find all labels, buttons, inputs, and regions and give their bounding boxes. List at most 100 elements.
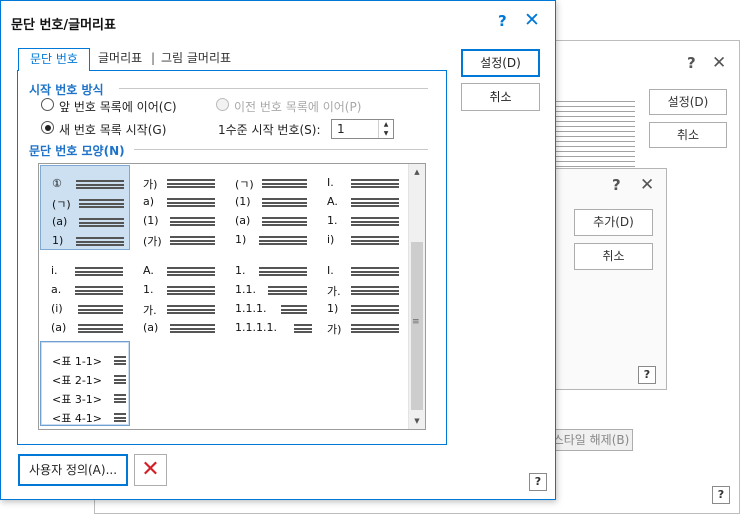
text-lines-icon [351,236,399,245]
level-marker: (ㄱ) [235,178,254,191]
level-marker: i. [51,264,58,277]
text-lines-icon [261,198,307,207]
number-style-option[interactable]: I. A. 1. i) [316,165,406,250]
level-marker: 가. [327,285,341,298]
text-lines-icon [76,237,124,246]
background-dialog-2: ? ✕ 추가(D) 취소 ? [549,168,667,390]
text-lines-icon [167,267,215,276]
numbering-dialog: 문단 번호/글머리표 ? ✕ 문단 번호 글머리표 | 그림 글머리표 시작 번… [0,0,556,500]
text-lines-icon [167,179,215,188]
text-lines-icon [78,199,124,208]
number-style-option[interactable]: 1. 1.1. 1.1.1. 1.1.1.1. [224,253,314,338]
cancel-button[interactable]: 취소 [461,83,540,111]
radio-continue-previous[interactable] [41,98,54,111]
text-lines-icon [259,267,307,276]
bg-help-button[interactable]: ? [712,486,730,504]
text-lines-icon [167,286,215,295]
help-button[interactable]: ? [529,473,547,491]
bg2-add-button[interactable]: 추가(D) [574,209,653,236]
text-lines-icon [167,198,215,207]
tab-picture-bullet[interactable]: 그림 글머리표 [161,48,231,71]
text-lines-icon [78,218,124,227]
bg-set-button[interactable]: 설정(D) [649,89,727,115]
text-lines-icon [351,324,399,333]
level-marker: 1) [52,234,64,247]
level-marker: <표 4-1> [52,412,103,425]
tab-separator: | [151,51,156,65]
number-style-option[interactable]: A. 1. 가. (a) [132,253,222,338]
title-bar: 문단 번호/글머리표 ? ✕ [1,1,555,44]
level-marker: (a) [51,321,67,334]
bg2-help-icon[interactable]: ? [612,176,621,194]
bg2-help-button[interactable]: ? [638,366,656,384]
scroll-up-icon[interactable]: ▲ [409,164,425,180]
level-start-label: 1수준 시작 번호(S): [218,123,321,137]
custom-define-button[interactable]: 사용자 정의(A)... [18,454,128,486]
scroll-thumb[interactable]: ≡ [411,242,423,410]
number-style-option[interactable]: <표 1-1> <표 2-1> <표 3-1> <표 4-1> [40,341,130,426]
level-marker: 가) [327,323,342,336]
level-marker: (1) [235,195,251,208]
level-marker: <표 2-1> [52,374,103,387]
bg2-close-icon[interactable]: ✕ [640,175,654,195]
bg-close-icon[interactable]: ✕ [712,53,726,73]
level-marker: 1) [327,302,339,315]
scroll-down-icon[interactable]: ▼ [409,413,425,429]
level-marker: (i) [51,302,63,315]
radio-continue-before-label: 이전 번호 목록에 이어(P) [234,100,362,114]
help-icon[interactable]: ? [498,12,507,30]
section-start-method: 시작 번호 방식 [29,83,104,97]
radio-new-list[interactable] [41,121,54,134]
level-marker: <표 1-1> [52,355,103,368]
text-lines-icon [351,198,399,207]
level-marker: ① [52,177,62,190]
delete-icon[interactable]: ✕ [134,454,167,486]
number-style-option[interactable]: i. a. (i) (a) [40,253,130,338]
level-start-stepper[interactable]: 1 ▲ ▼ [331,119,394,139]
number-style-option[interactable]: I. 가. 1) 가) [316,253,406,338]
text-lines-icon [76,180,124,189]
text-lines-icon [351,179,399,188]
number-style-list[interactable]: ▲ ≡ ▼ ① (ㄱ) (a) 1) 가) a) (1) (가) (ㄱ) (1) (a) 1) I. A.… [38,163,426,430]
dialog-title: 문단 번호/글머리표 [11,18,116,33]
text-lines-icon [294,324,312,333]
text-lines-icon [261,217,307,226]
text-lines-icon [169,324,215,333]
section-divider [119,88,428,89]
number-style-option[interactable]: (ㄱ) (1) (a) 1) [224,165,314,250]
list-scrollbar[interactable]: ▲ ≡ ▼ [408,164,425,429]
number-style-option[interactable]: 가) a) (1) (가) [132,165,222,250]
radio-continue-previous-label[interactable]: 앞 번호 목록에 이어(C) [59,98,177,115]
text-lines-icon [281,305,307,314]
text-lines-icon [77,305,123,314]
level-start-value[interactable]: 1 [337,122,345,136]
text-lines-icon [268,286,307,295]
text-lines-icon [77,324,123,333]
tab-paragraph-number[interactable]: 문단 번호 [18,48,90,71]
level-marker: 1.1. [235,283,256,296]
radio-new-list-label[interactable]: 새 번호 목록 시작(G) [59,121,166,138]
level-marker: (a) [52,215,68,228]
stepper-arrows-icon[interactable]: ▲ ▼ [378,120,393,138]
section-number-shape: 문단 번호 모양(N) [29,144,125,158]
number-style-option[interactable]: ① (ㄱ) (a) 1) [40,165,130,250]
bg-style-reset-button[interactable]: 스타일 해제(B) [549,429,633,451]
text-lines-icon [75,267,123,276]
text-lines-icon [75,286,123,295]
text-lines-icon [259,236,307,245]
bg-cancel-button[interactable]: 취소 [649,122,727,148]
close-icon[interactable]: ✕ [524,9,540,31]
level-marker: (a) [235,214,251,227]
bg-preview [545,97,635,167]
bg-help-icon[interactable]: ? [687,54,696,72]
bg2-cancel-button[interactable]: 취소 [574,243,653,270]
level-marker: I. [327,264,334,277]
text-lines-icon [114,356,126,365]
tab-bullet[interactable]: 글머리표 [98,48,142,71]
level-marker: 1.1.1. [235,302,267,315]
level-marker: 1. [143,283,154,296]
level-marker: (1) [143,214,159,227]
set-button[interactable]: 설정(D) [461,49,540,77]
level-marker: (a) [143,321,159,334]
level-marker: A. [327,195,338,208]
